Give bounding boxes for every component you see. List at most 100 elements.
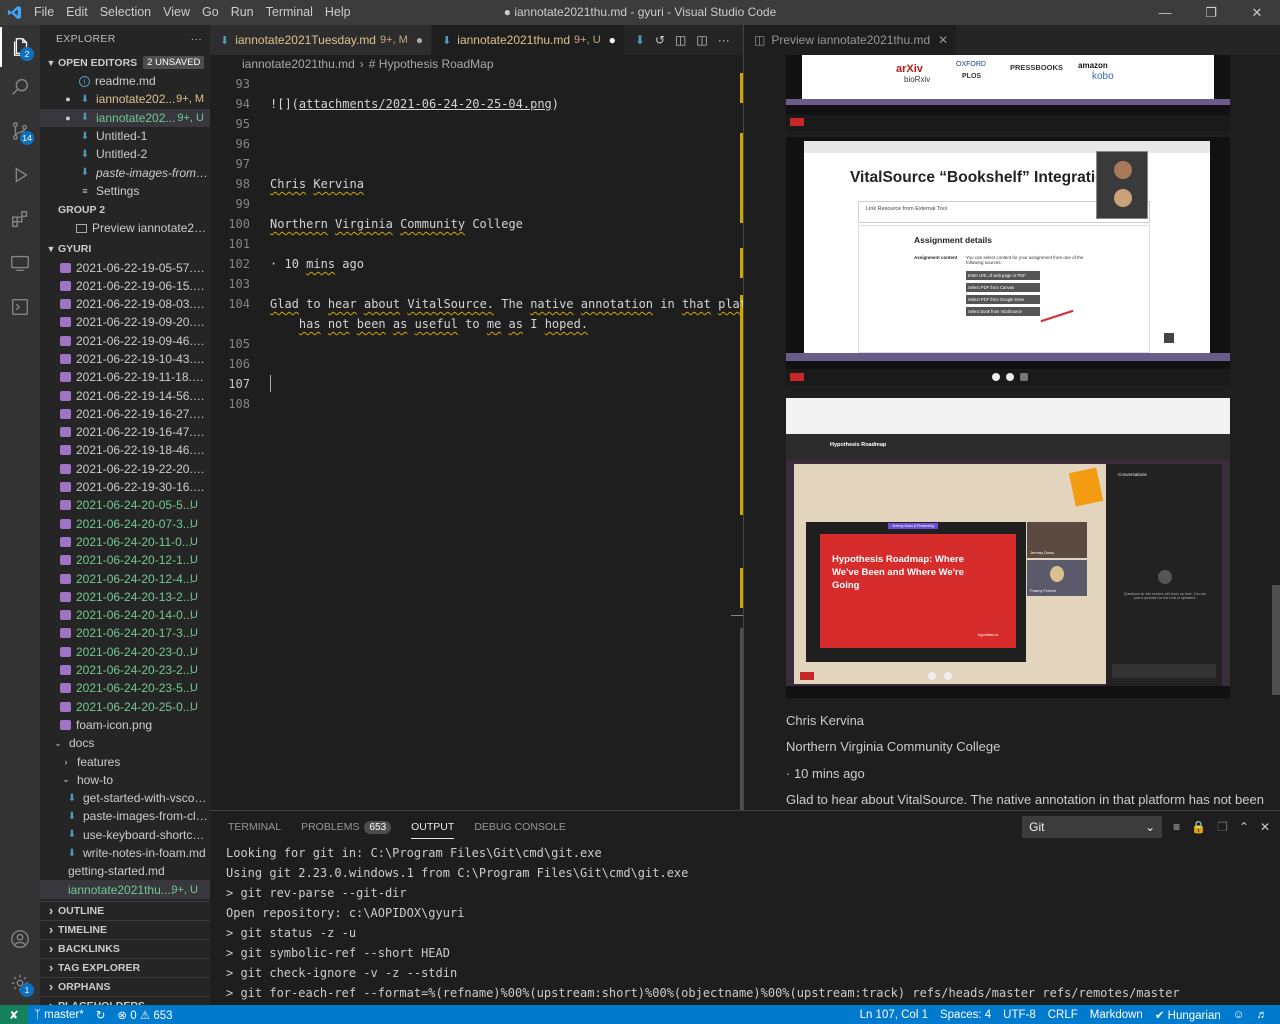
split-editor-icon[interactable]: ◫ [696, 33, 707, 47]
manage-gear-icon[interactable]: 1 [0, 963, 40, 1003]
lock-scroll-icon[interactable]: 🔒 [1191, 820, 1206, 834]
open-editor-item[interactable]: ≡ Settings [40, 182, 210, 200]
language-mode[interactable]: Markdown [1084, 1009, 1149, 1021]
close-panel-icon[interactable]: ✕ [1260, 820, 1270, 834]
branch-indicator[interactable]: ᛉ master* [28, 1009, 90, 1021]
minimize-button[interactable]: — [1142, 0, 1188, 25]
breadcrumb-symbol[interactable]: # Hypothesis RoadMap [369, 57, 494, 71]
encoding[interactable]: UTF-8 [997, 1009, 1042, 1021]
section-tag-explorer[interactable]: › TAG EXPLORER [40, 959, 210, 978]
folder-docs[interactable]: ⌄ docs [40, 734, 210, 752]
search-icon[interactable] [0, 67, 40, 107]
menu-edit[interactable]: Edit [60, 0, 94, 25]
indentation[interactable]: Spaces: 4 [934, 1009, 997, 1021]
file-item[interactable]: 2021-06-22-19-16-47.png [40, 423, 210, 441]
eol[interactable]: CRLF [1042, 1009, 1084, 1021]
close-window-button[interactable]: ✕ [1234, 0, 1280, 25]
notifications-bell-icon[interactable]: ♬ [1251, 1009, 1275, 1021]
open-editor-preview[interactable]: Preview iannotate2021... [40, 219, 210, 237]
extensions-icon[interactable] [0, 199, 40, 239]
file-item[interactable]: 2021-06-24-20-12-4... U [40, 569, 210, 587]
menu-file[interactable]: File [28, 0, 60, 25]
file-item[interactable]: 2021-06-22-19-05-57.png [40, 258, 210, 276]
terminal-icon[interactable] [0, 287, 40, 327]
file-item[interactable]: 2021-06-22-19-08-03.png [40, 295, 210, 313]
download-icon[interactable]: ⬇ [635, 33, 645, 47]
clear-output-icon[interactable]: ≡ [1173, 820, 1180, 834]
folder-features[interactable]: › features [40, 752, 210, 770]
remote-icon[interactable]: ✘ [0, 1005, 28, 1024]
file-item[interactable]: 2021-06-22-19-16-27.png [40, 405, 210, 423]
close-icon[interactable]: ✕ [938, 33, 948, 47]
output-log[interactable]: Looking for git in: C:\Program Files\Git… [226, 843, 1180, 1003]
howto-file-item[interactable]: ⬇ paste-images-from-clipb... [40, 807, 210, 825]
tab-tuesday[interactable]: ⬇ iannotate2021Tuesday.md 9+, M ● [210, 25, 433, 55]
editor-more-icon[interactable]: ··· [718, 33, 730, 47]
copy-icon[interactable]: ❐ [1217, 820, 1228, 834]
open-editor-item[interactable]: i readme.md [40, 72, 210, 90]
tab-terminal[interactable]: TERMINAL [228, 811, 281, 843]
more-actions-icon[interactable]: ··· [191, 33, 202, 45]
file-item[interactable]: 2021-06-24-20-23-2... U [40, 661, 210, 679]
file-item[interactable]: 2021-06-22-19-10-43.png [40, 350, 210, 368]
file-item[interactable]: 2021-06-24-20-11-0... U [40, 533, 210, 551]
open-editor-item[interactable]: ⬇ Untitled-2 [40, 145, 210, 163]
file-item[interactable]: 2021-06-24-20-13-2... U [40, 588, 210, 606]
section-timeline[interactable]: › TIMELINE [40, 921, 210, 940]
file-item[interactable]: 2021-06-24-20-23-5... U [40, 679, 210, 697]
section-outline[interactable]: › OUTLINE [40, 902, 210, 921]
accounts-icon[interactable] [0, 919, 40, 959]
file-item[interactable]: 2021-06-24-20-07-3... U [40, 515, 210, 533]
tab-problems[interactable]: PROBLEMS 653 [301, 811, 392, 843]
remote-explorer-icon[interactable] [0, 243, 40, 283]
markdown-preview[interactable]: arXiv bioRxiv OXFORD PLOS PRESSBOOKS ama… [744, 55, 1280, 810]
howto-file-item[interactable]: ⬇ get-started-with-vscode.... [40, 789, 210, 807]
menu-terminal[interactable]: Terminal [260, 0, 319, 25]
file-item[interactable]: 2021-06-24-20-25-0... U [40, 698, 210, 716]
file-item[interactable]: 2021-06-22-19-09-20.png [40, 313, 210, 331]
code-editor[interactable]: 93 94 ![](attachments/2021-06-24-20-25-04.… [210, 73, 743, 810]
open-editor-item[interactable]: ● ⬇ iannotate202... 9+, U [40, 108, 210, 127]
unsaved-dot-icon[interactable]: ● [416, 33, 423, 47]
tab-thu[interactable]: ⬇ iannotate2021thu.md 9+, U ● [432, 25, 625, 55]
section-placeholders[interactable]: ›PLACEHOLDERS [40, 997, 210, 1005]
feedback-icon[interactable]: ☺ [1227, 1009, 1251, 1021]
open-editor-item[interactable]: ⬇ Untitled-1 [40, 127, 210, 145]
menu-view[interactable]: View [157, 0, 196, 25]
section-backlinks[interactable]: › BACKLINKS [40, 940, 210, 959]
file-current[interactable]: iannotate2021thu.... 9+, U [40, 880, 210, 899]
file-getting-started[interactable]: getting-started.md [40, 862, 210, 880]
unsaved-dot-icon[interactable]: ● [609, 33, 616, 47]
cursor-position[interactable]: Ln 107, Col 1 [854, 1009, 934, 1021]
breadcrumb-file[interactable]: iannotate2021thu.md [242, 57, 355, 71]
preview-scrollbar[interactable] [1272, 585, 1280, 695]
file-item[interactable]: 2021-06-24-20-23-0... U [40, 643, 210, 661]
folder-how-to[interactable]: ⌄ how-to [40, 771, 210, 789]
file-item[interactable]: 2021-06-22-19-14-56.png [40, 386, 210, 404]
file-item[interactable]: 2021-06-24-20-05-5... U [40, 496, 210, 514]
tab-preview[interactable]: ◫ Preview iannotate2021thu.md ✕ [744, 25, 958, 55]
open-changes-icon[interactable]: ↺ [655, 33, 665, 47]
file-item[interactable]: 2021-06-22-19-22-20.png [40, 460, 210, 478]
open-editor-item[interactable]: ● ⬇ iannotate202... 9+, M [40, 90, 210, 108]
menu-selection[interactable]: Selection [94, 0, 157, 25]
restore-button[interactable]: ❐ [1188, 0, 1234, 25]
file-item[interactable]: 2021-06-22-19-30-16.png [40, 478, 210, 496]
open-editors-header[interactable]: ▼ OPEN EDITORS 2 UNSAVED [40, 53, 210, 72]
section-orphans[interactable]: › ORPHANS [40, 978, 210, 997]
open-editor-item[interactable]: ⬇ paste-images-from-cli... [40, 163, 210, 181]
sync-icon[interactable]: ↻ [90, 1008, 112, 1022]
menu-go[interactable]: Go [196, 0, 225, 25]
file-item[interactable]: 2021-06-22-19-11-18.png [40, 368, 210, 386]
problems-indicator[interactable]: ⊗ 0 ⚠ 653 [111, 1008, 178, 1022]
howto-file-item[interactable]: ⬇ write-notes-in-foam.md [40, 844, 210, 862]
open-preview-icon[interactable]: ◫ [675, 33, 686, 47]
output-channel-select[interactable]: Git ⌄ [1022, 816, 1163, 838]
source-control-icon[interactable]: 14 [0, 111, 40, 151]
file-item[interactable]: 2021-06-24-20-17-3... U [40, 624, 210, 642]
file-item[interactable]: 2021-06-22-19-09-46.png [40, 332, 210, 350]
menu-run[interactable]: Run [225, 0, 260, 25]
tab-debug-console[interactable]: DEBUG CONSOLE [474, 811, 566, 843]
tab-output[interactable]: OUTPUT [411, 811, 455, 843]
explorer-icon[interactable]: 2 [0, 27, 40, 67]
